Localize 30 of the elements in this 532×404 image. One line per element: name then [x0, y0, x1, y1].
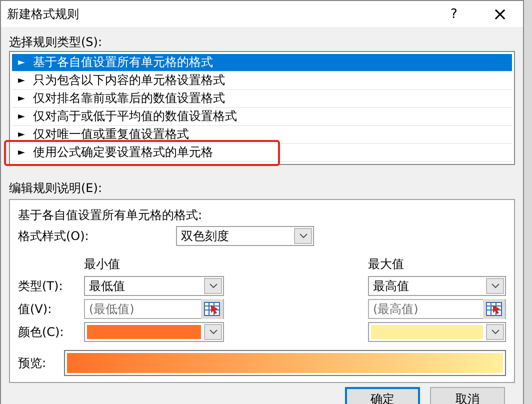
section-label: 编辑规则说明(E): [9, 180, 103, 197]
window-title: 新建格式规则 [7, 6, 80, 22]
column-heading: 最大值 [368, 256, 405, 273]
rule-type-item[interactable]: ► 只为包含以下内容的单元格设置格式 [12, 72, 512, 90]
ok-button[interactable]: 确定 [345, 387, 420, 404]
column-heading: 最小值 [84, 256, 121, 273]
close-button[interactable]: × [477, 1, 523, 27]
type-dropdown[interactable]: 最高值 [368, 276, 506, 296]
rule-heading: 基于各自值设置所有单元格的格式: [18, 207, 204, 224]
rule-type-item[interactable]: ► 仅对唯一值或重复值设置格式 [12, 126, 512, 144]
help-button[interactable]: ? [431, 1, 477, 27]
color-dropdown[interactable] [84, 322, 224, 342]
rule-type-item[interactable]: ► 基于各自值设置所有单元格的格式 [12, 54, 512, 72]
rule-type-item[interactable]: ► 仅对排名靠前或靠后的数值设置格式 [12, 90, 512, 108]
section-label: 选择规则类型(S): [9, 34, 104, 51]
color-dropdown[interactable] [368, 322, 506, 342]
rule-type-item[interactable]: ► 仅对高于或低于平均值的数值设置格式 [12, 108, 512, 126]
chevron-down-icon [208, 329, 218, 335]
chevron-down-icon [208, 283, 218, 289]
format-style-dropdown[interactable]: 双色刻度 [176, 226, 314, 246]
cancel-button[interactable]: 取消 [430, 387, 505, 404]
field-label: 类型(T): [18, 278, 64, 295]
field-label: 值(V): [18, 301, 53, 318]
rule-type-item[interactable]: ► 使用公式确定要设置格式的单元格 [12, 144, 512, 162]
chevron-down-icon [298, 233, 308, 239]
chevron-down-icon [490, 329, 500, 335]
field-label: 颜色(C): [18, 324, 65, 341]
field-label: 预览: [18, 355, 48, 372]
chevron-down-icon [490, 283, 500, 289]
type-dropdown[interactable]: 最低值 [84, 276, 224, 296]
